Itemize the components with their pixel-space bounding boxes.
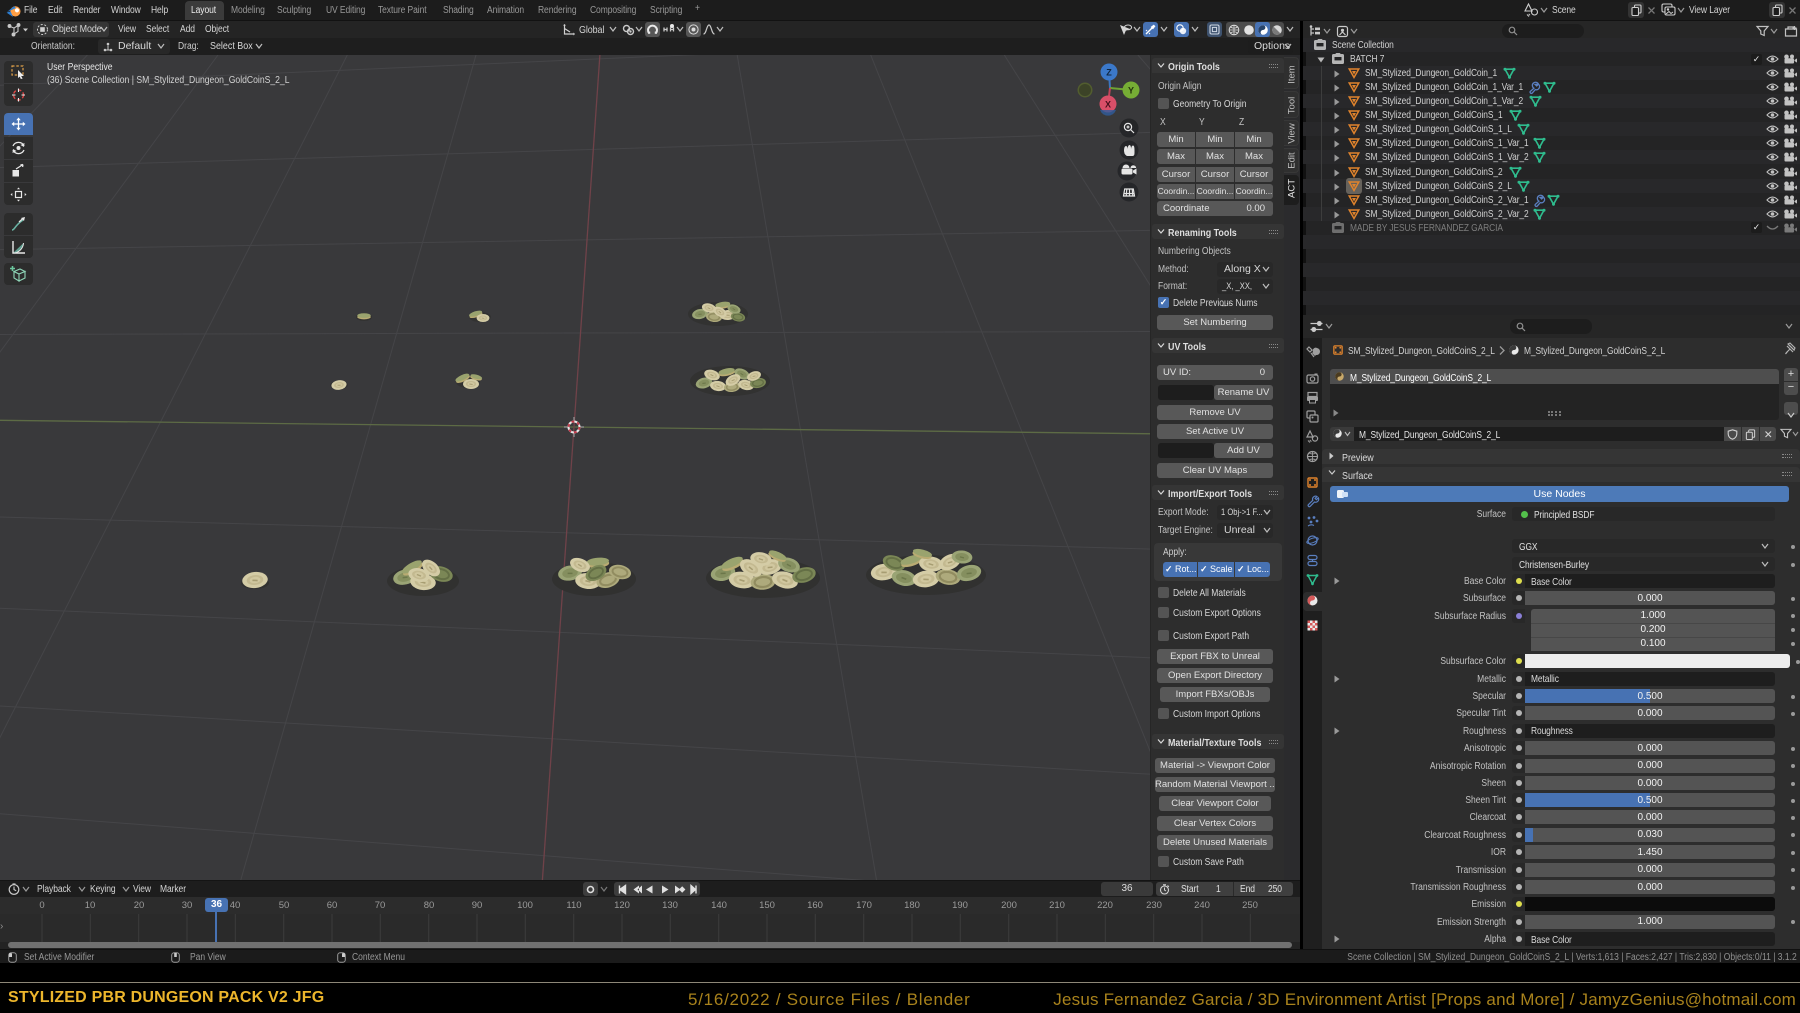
svg-text:150: 150 [759,900,775,911]
svg-text:0: 0 [39,900,44,911]
svg-text:40: 40 [230,900,241,911]
svg-text:100: 100 [517,900,533,911]
svg-text:20: 20 [134,900,145,911]
svg-text:130: 130 [662,900,678,911]
svg-text:110: 110 [566,900,581,911]
svg-text:160: 160 [807,900,823,911]
svg-text:170: 170 [856,900,872,911]
svg-text:250: 250 [1242,900,1258,911]
svg-text:70: 70 [375,900,386,911]
svg-text:80: 80 [424,900,435,911]
svg-text:X: X [1105,100,1111,110]
svg-text:Y: Y [1128,86,1134,96]
svg-text:60: 60 [327,900,338,911]
svg-text:10: 10 [85,900,96,911]
svg-text:190: 190 [952,900,968,911]
svg-text:50: 50 [279,900,290,911]
svg-text:200: 200 [1001,900,1017,911]
svg-text:120: 120 [614,900,630,911]
svg-text:140: 140 [711,900,727,911]
svg-text:180: 180 [904,900,920,911]
svg-text:30: 30 [182,900,193,911]
svg-text:220: 220 [1097,900,1113,911]
svg-text:240: 240 [1194,900,1210,911]
svg-text:90: 90 [472,900,483,911]
svg-text:Z: Z [1106,68,1112,78]
svg-text:210: 210 [1049,900,1065,911]
svg-text:230: 230 [1146,900,1162,911]
